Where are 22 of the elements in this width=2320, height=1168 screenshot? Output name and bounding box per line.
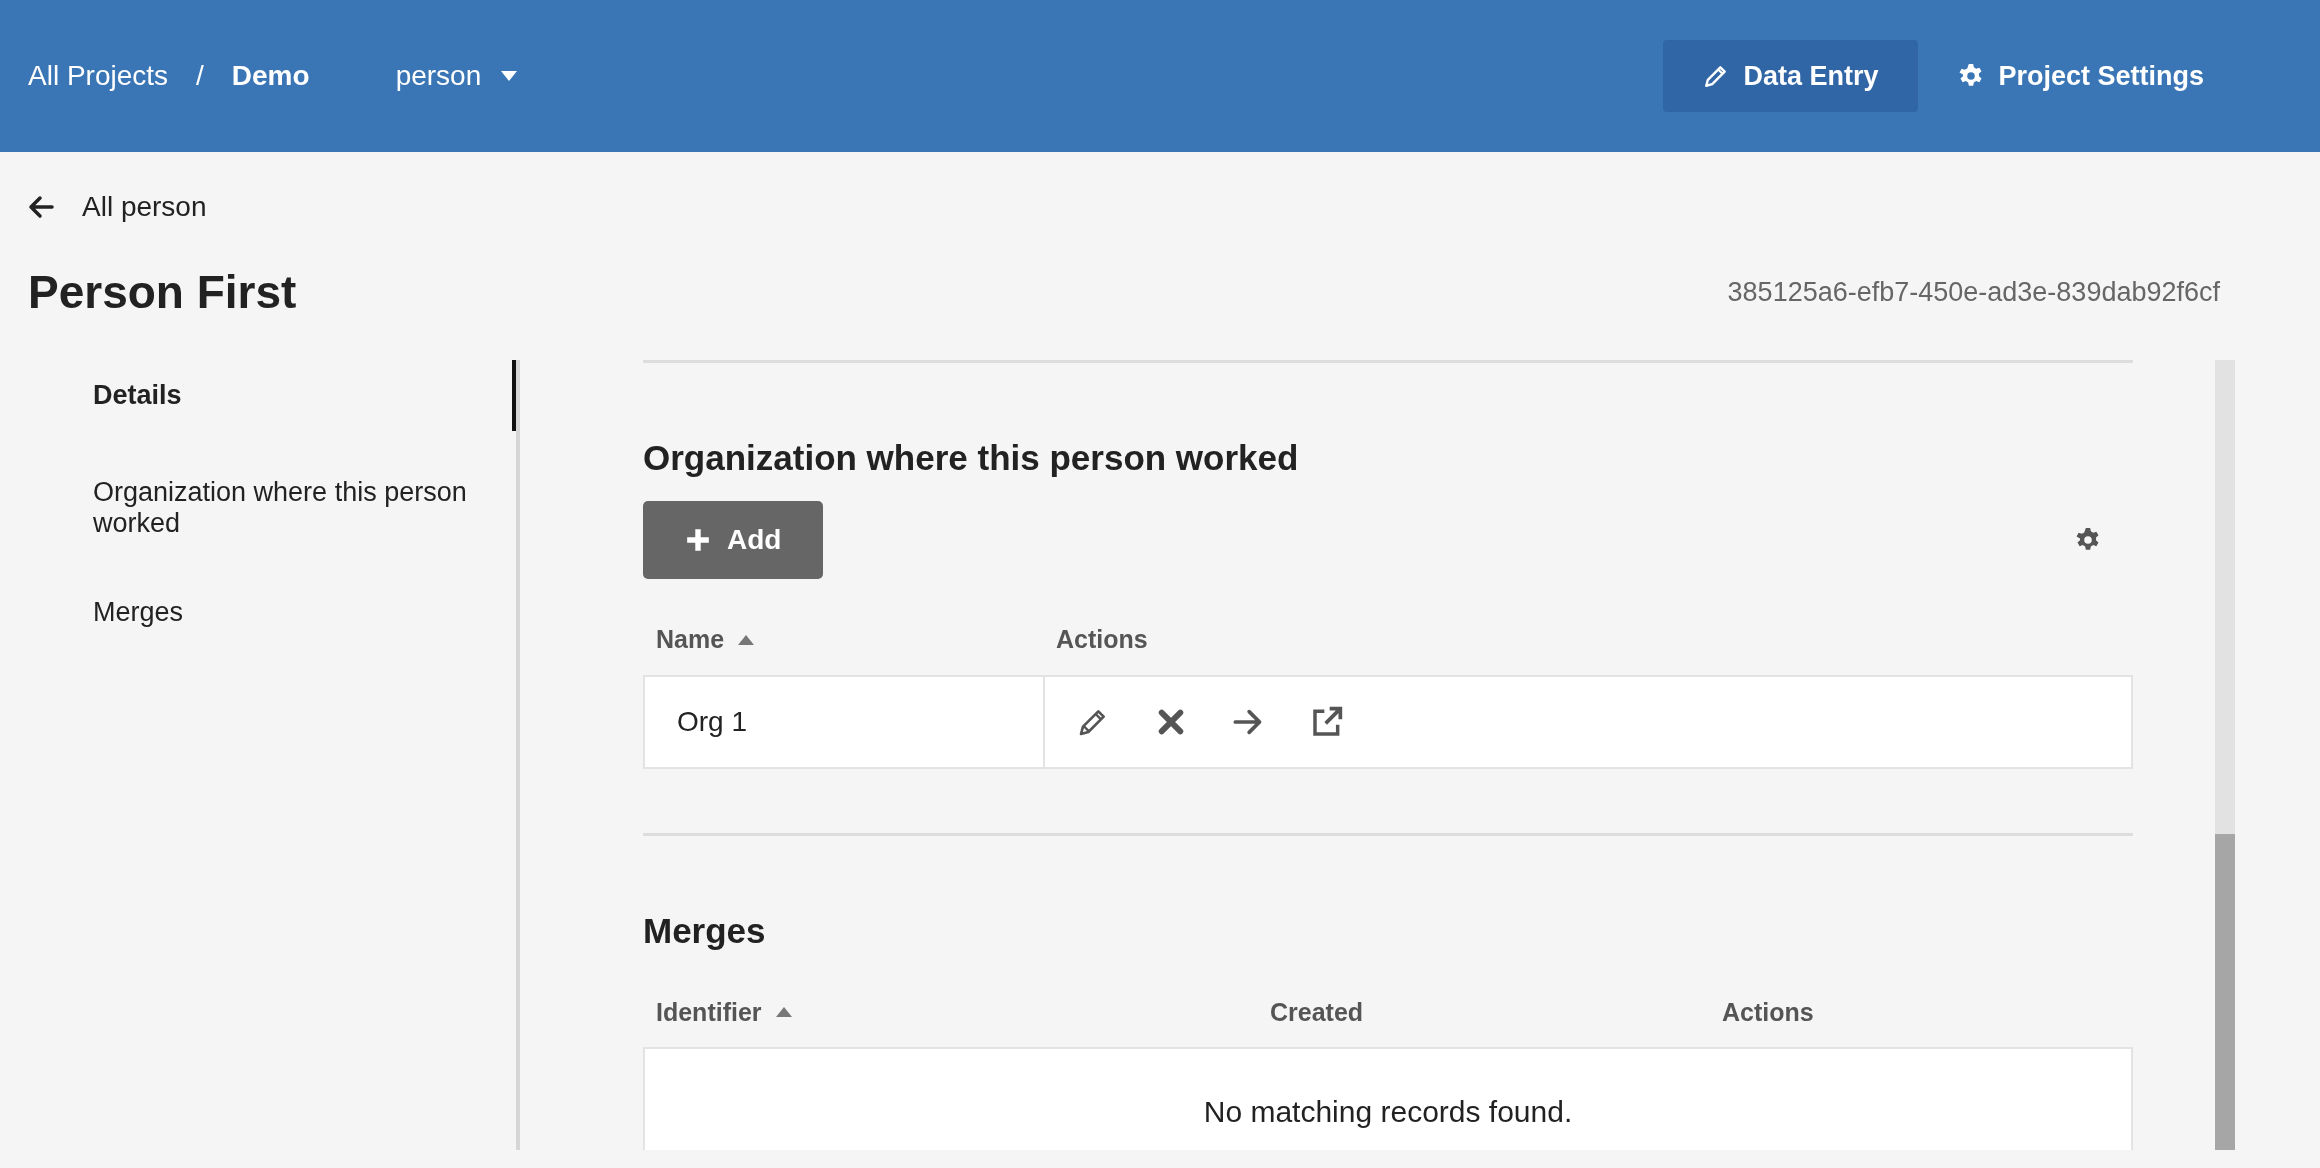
nav-tab[interactable]: Project Settings [1918, 39, 2244, 113]
type-dropdown[interactable]: person [389, 54, 524, 98]
sidebar-item[interactable]: Details [0, 360, 516, 432]
table-cell: Org 1 [645, 676, 1045, 767]
page-title: Person First [28, 265, 297, 320]
column-header[interactable]: Actions [1709, 973, 2133, 1048]
record-id: 385125a6-efb7-450e-ad3e-839dab92f6cf [1727, 276, 2220, 310]
section-heading: Merges [643, 909, 767, 952]
sidebar-item[interactable]: Merges [0, 585, 516, 641]
breadcrumb-separator: / [196, 59, 204, 93]
empty-message: No matching records found. [1202, 1094, 1574, 1131]
breadcrumb-current: Demo [231, 59, 310, 93]
column-header[interactable]: Created [1257, 973, 1709, 1048]
section-heading: Organization where this person worked [643, 437, 1300, 480]
column-header[interactable]: Identifier [643, 973, 1257, 1048]
breadcrumb-link[interactable]: All Projects [28, 55, 169, 97]
back-link[interactable]: All person [28, 186, 207, 228]
column-header[interactable]: Name [643, 601, 1043, 675]
add-button[interactable]: Add [643, 501, 824, 580]
sidebar-item[interactable]: Organization where this person worked [0, 465, 516, 552]
nav-tab[interactable]: Data Entry [1663, 39, 1919, 113]
column-header[interactable]: Actions [1043, 601, 2133, 675]
